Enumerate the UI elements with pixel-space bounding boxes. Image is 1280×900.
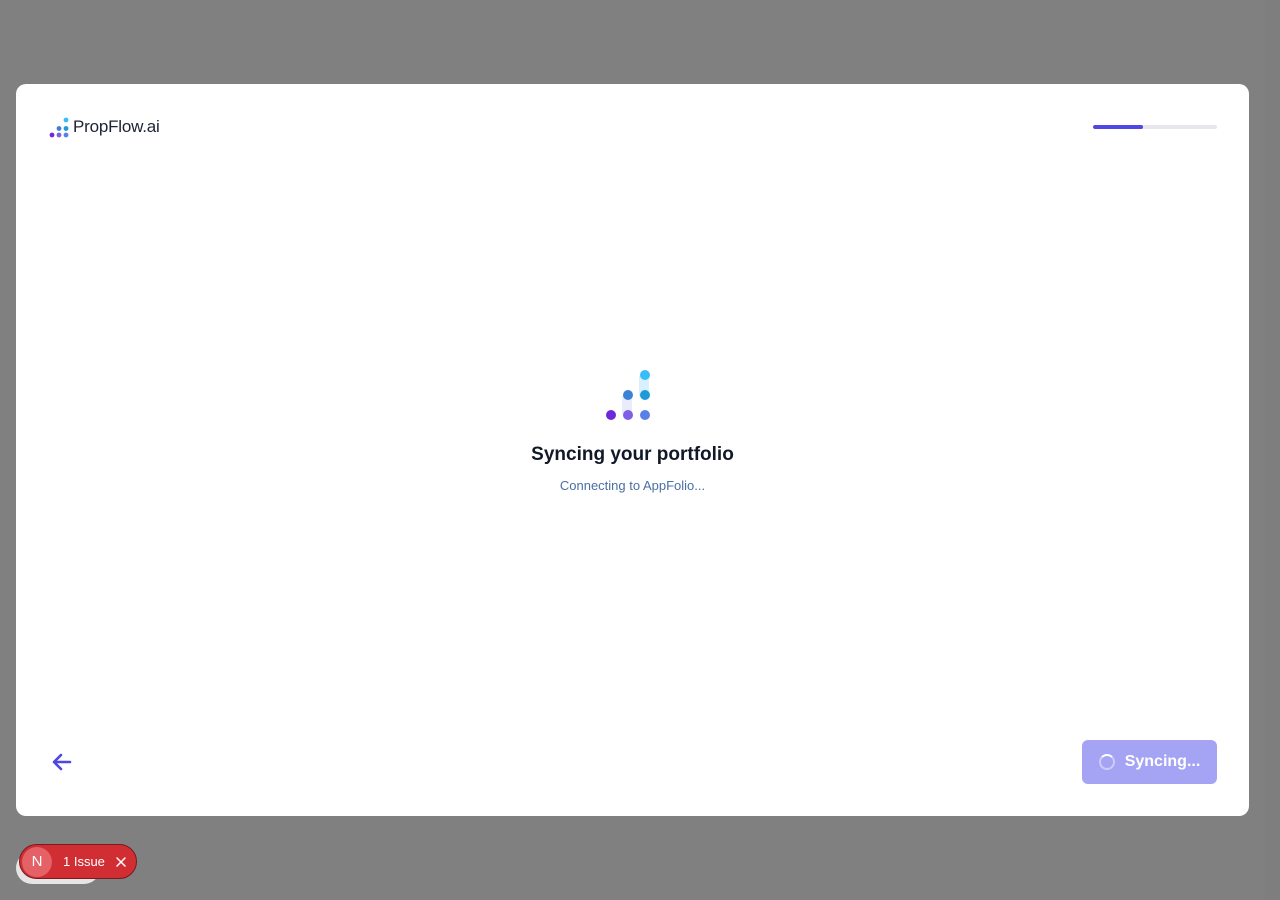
page-title: Syncing your portfolio [531,444,734,465]
page-scrollbar [1265,0,1280,900]
progress-bar [1093,125,1217,129]
status-subtitle: Connecting to AppFolio... [559,478,706,493]
issues-badge[interactable]: N 1 Issue [19,844,137,879]
syncing-button[interactable]: Syncing... [1082,740,1217,784]
progress-bar-fill [1093,125,1143,129]
back-button[interactable] [48,748,76,776]
syncing-button-label: Syncing... [1124,753,1201,770]
nextjs-logo-icon: N [22,846,52,877]
propflow-logo: PropFlow.ai [49,115,160,139]
logo-text: PropFlow.ai [73,117,160,136]
propflow-logo-icon [49,117,69,138]
sync-animation-icon [602,366,662,429]
arrow-left-icon [52,753,72,771]
close-icon[interactable] [114,855,128,869]
issues-count-label: 1 Issue [63,854,105,869]
onboarding-modal: PropFlow.ai Syncing your portfolio Conne… [16,84,1249,816]
spinner-icon [1098,754,1115,770]
